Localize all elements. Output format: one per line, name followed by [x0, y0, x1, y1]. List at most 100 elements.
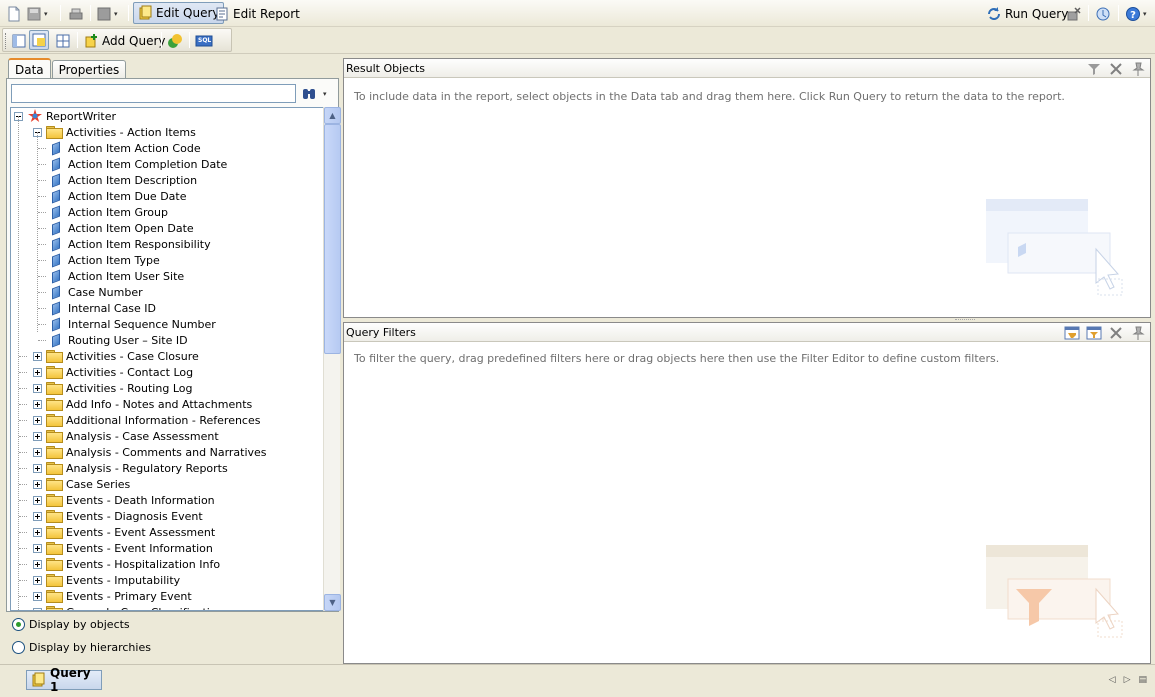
filter-icon[interactable] — [1086, 61, 1102, 77]
tree-scrollbar[interactable]: ▲ ▼ — [323, 107, 341, 611]
search-input[interactable] — [11, 84, 296, 103]
expand-toggle[interactable] — [33, 351, 42, 361]
tree-root[interactable]: ReportWriter — [14, 108, 116, 124]
expand-toggle[interactable] — [33, 559, 42, 569]
display-by-hierarchies-option[interactable]: Display by hierarchies — [12, 641, 151, 654]
purge-icon[interactable] — [1066, 6, 1082, 22]
expand-toggle[interactable] — [33, 367, 42, 377]
tree-folder[interactable]: Additional Information - References — [33, 412, 260, 428]
tree-object-item[interactable]: Action Item Completion Date — [48, 156, 227, 172]
drop-illustration-icon — [986, 199, 1123, 296]
tree-folder[interactable]: Analysis - Regulatory Reports — [33, 460, 228, 476]
save-icon[interactable] — [26, 6, 42, 22]
tracking-icon[interactable] — [1095, 6, 1111, 22]
tree-object-item[interactable]: Action Item Responsibility — [48, 236, 211, 252]
tree-folder[interactable]: Analysis - Comments and Narratives — [33, 444, 267, 460]
pin-icon[interactable] — [1130, 61, 1146, 77]
expand-toggle[interactable] — [33, 591, 42, 601]
expand-toggle[interactable] — [33, 447, 42, 457]
expand-toggle[interactable] — [33, 399, 42, 409]
expand-toggle[interactable] — [33, 383, 42, 393]
radio-objects[interactable] — [12, 618, 25, 631]
new-document-icon[interactable] — [6, 6, 22, 22]
print-icon[interactable] — [68, 6, 84, 22]
tree-folder[interactable]: Events - Event Information — [33, 540, 213, 556]
tree-object-item[interactable]: Routing User – Site ID — [48, 332, 188, 348]
expand-toggle[interactable] — [33, 575, 42, 585]
tree-folder[interactable]: Events - Hospitalization Info — [33, 556, 220, 572]
toolbar-grip[interactable] — [5, 32, 8, 49]
find-dropdown-icon[interactable]: ▾ — [323, 90, 327, 98]
combined-query-icon[interactable] — [167, 33, 183, 49]
expand-toggle[interactable] — [33, 607, 42, 610]
tree-folder[interactable]: Events - Imputability — [33, 572, 180, 588]
query-1-tab[interactable]: Query 1 — [26, 666, 102, 694]
help-dropdown-icon[interactable]: ▾ — [1143, 10, 1147, 18]
tree-object-item[interactable]: Internal Sequence Number — [48, 316, 216, 332]
query-filters-panel[interactable]: Query Filters To filter the query, drag … — [343, 322, 1151, 664]
tree-object-item[interactable]: Action Item Open Date — [48, 220, 194, 236]
tree-object-label: Case Number — [68, 285, 143, 299]
universe-tree[interactable]: ReportWriter Activities - Action Items A… — [10, 107, 323, 611]
find-button[interactable]: ▾ — [301, 85, 331, 103]
scroll-thumb[interactable] — [324, 124, 341, 354]
expand-toggle[interactable] — [33, 431, 42, 441]
tab-list-icon[interactable]: ▤ — [1138, 675, 1147, 685]
scroll-down-button[interactable]: ▼ — [324, 594, 341, 611]
folder-label: Events - Death Information — [66, 493, 215, 507]
layout-grid-icon[interactable] — [55, 33, 71, 49]
tab-data[interactable]: Data — [8, 58, 51, 79]
tree-folder[interactable]: Activities - Case Closure — [33, 348, 199, 364]
run-query-button[interactable]: Run Query — [986, 4, 1068, 23]
tree-folder[interactable]: Events - Death Information — [33, 492, 215, 508]
tree-object-item[interactable]: Internal Case ID — [48, 300, 156, 316]
remove-filters-icon[interactable] — [1108, 325, 1124, 341]
expand-toggle[interactable] — [33, 527, 42, 537]
expand-toggle[interactable] — [33, 479, 42, 489]
pin-icon[interactable] — [1130, 325, 1146, 341]
tree-folder[interactable]: Analysis - Case Assessment — [33, 428, 219, 444]
view-structure-icon[interactable] — [96, 6, 112, 22]
tree-object-item[interactable]: Action Item Description — [48, 172, 197, 188]
tree-folder-expanded[interactable]: Activities - Action Items — [33, 124, 196, 140]
layout-query-toggle[interactable] — [29, 30, 49, 50]
layout-left-icon[interactable] — [11, 33, 27, 49]
view-dropdown-icon[interactable]: ▾ — [114, 10, 118, 18]
display-by-objects-option[interactable]: Display by objects — [12, 618, 130, 631]
remove-all-icon[interactable] — [1108, 61, 1124, 77]
scroll-up-button[interactable]: ▲ — [324, 107, 341, 124]
tree-folder[interactable]: Add Info - Notes and Attachments — [33, 396, 252, 412]
sql-icon[interactable]: SQL — [195, 33, 213, 49]
radio-hierarchies[interactable] — [12, 641, 25, 654]
help-icon[interactable]: ? — [1125, 6, 1141, 22]
tree-object-item[interactable]: Action Item Group — [48, 204, 168, 220]
tree-folder[interactable]: Events - Diagnosis Event — [33, 508, 203, 524]
folder-label: General - Case Classifications — [66, 606, 229, 611]
tree-folder[interactable]: Case Series — [33, 476, 130, 492]
expand-toggle[interactable] — [33, 463, 42, 473]
previous-tab-icon[interactable]: ◁ — [1109, 675, 1116, 685]
result-objects-panel[interactable]: Result Objects To include data in the re… — [343, 58, 1151, 318]
tree-folder[interactable]: Events - Event Assessment — [33, 524, 215, 540]
tree-object-item[interactable]: Action Item Type — [48, 252, 160, 268]
tree-object-item[interactable]: Action Item User Site — [48, 268, 184, 284]
edit-report-button[interactable]: Edit Report — [214, 4, 300, 23]
next-tab-icon[interactable]: ▷ — [1124, 675, 1131, 685]
tree-object-item[interactable]: Case Number — [48, 284, 143, 300]
tree-folder[interactable]: Activities - Contact Log — [33, 364, 193, 380]
edit-query-button[interactable]: Edit Query — [133, 2, 224, 24]
expand-toggle[interactable] — [33, 543, 42, 553]
expand-toggle[interactable] — [33, 495, 42, 505]
add-query-button[interactable]: Add Query — [83, 31, 166, 50]
tree-folder[interactable]: General - Case Classifications — [33, 604, 229, 611]
tree-object-item[interactable]: Action Item Due Date — [48, 188, 186, 204]
filter-editor-icon[interactable] — [1086, 325, 1102, 341]
tree-folder[interactable]: Events - Primary Event — [33, 588, 192, 604]
predefined-filter-icon[interactable] — [1064, 325, 1080, 341]
expand-toggle[interactable] — [33, 415, 42, 425]
tree-object-item[interactable]: Action Item Action Code — [48, 140, 201, 156]
expand-toggle[interactable] — [33, 511, 42, 521]
tree-folder[interactable]: Activities - Routing Log — [33, 380, 192, 396]
tab-properties[interactable]: Properties — [51, 60, 127, 79]
save-dropdown-icon[interactable]: ▾ — [44, 10, 48, 18]
